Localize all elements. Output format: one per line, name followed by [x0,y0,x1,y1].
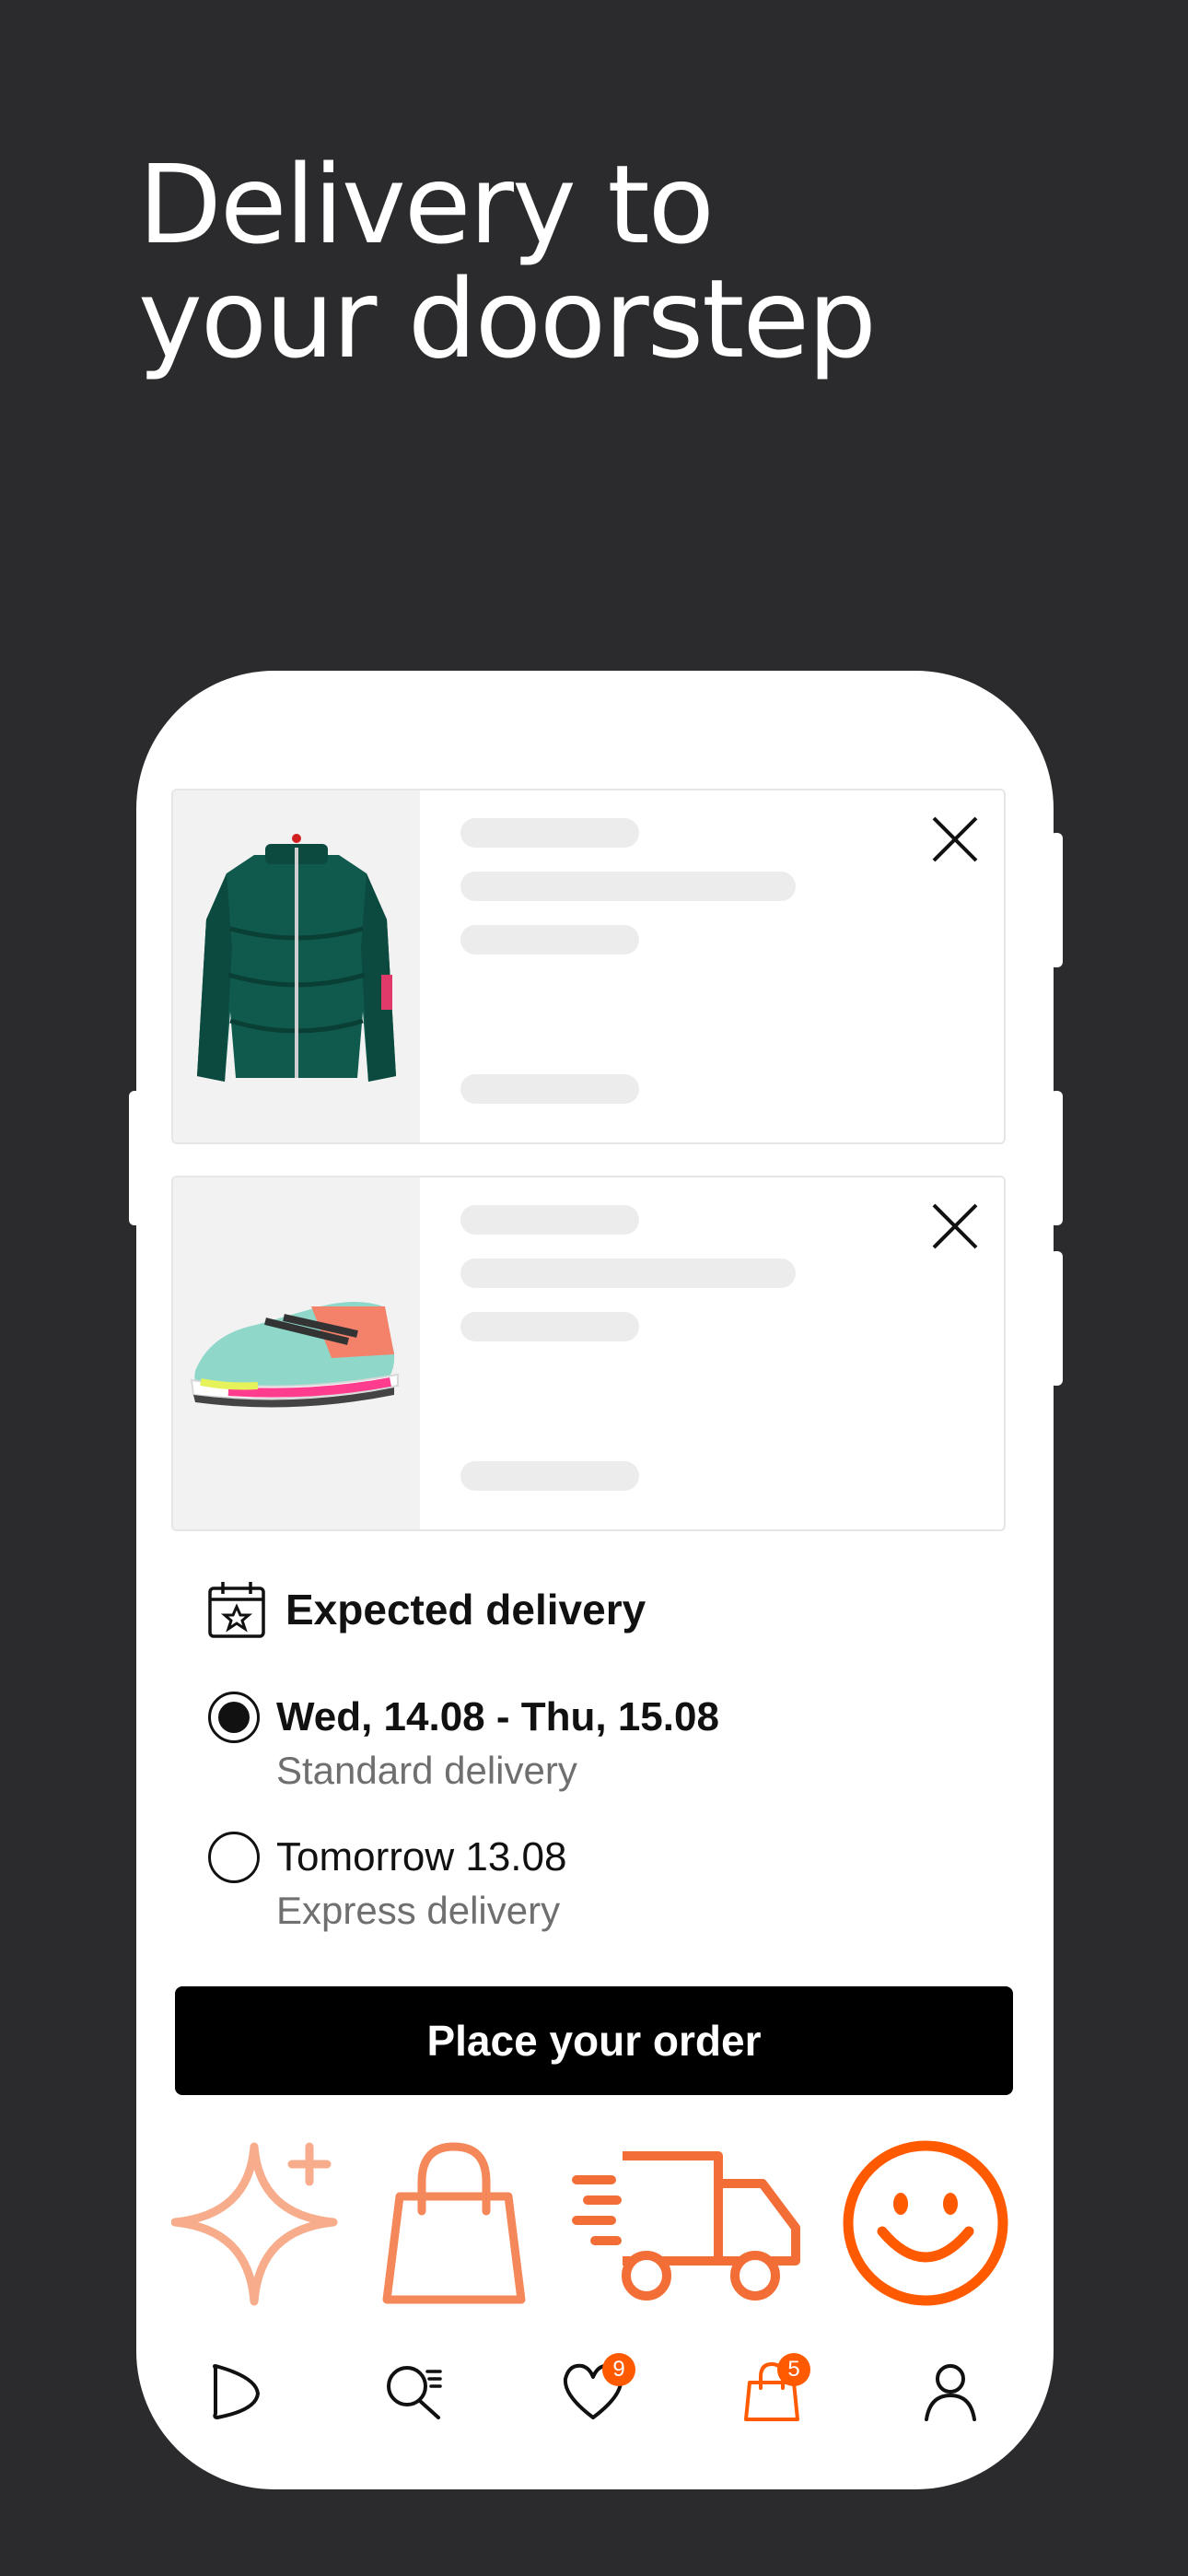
product-image-jacket[interactable] [173,790,420,1142]
headline-line-2: your doorstep [138,255,877,382]
bottom-tab-bar: 9 5 [136,2353,1054,2451]
skeleton-line [460,818,639,848]
smiley-icon [843,2140,1008,2306]
close-icon[interactable] [928,813,982,866]
close-icon[interactable] [928,1200,982,1253]
delivery-option-date: Tomorrow 13.08 [276,1834,567,1879]
cart-item[interactable] [171,1176,1006,1531]
delivery-title: Expected delivery [285,1586,646,1633]
radio-button-selected[interactable] [208,1692,260,1743]
user-icon[interactable] [917,2359,984,2425]
headline: Delivery to your doorstep [138,141,877,382]
delivery-option-type: Express delivery [276,1889,561,1932]
bag-count-badge: 5 [777,2353,810,2386]
skeleton-line [460,1312,639,1341]
wishlist-count-badge: 9 [602,2353,635,2386]
skeleton-line [460,925,639,954]
play-icon[interactable] [201,2359,267,2425]
delivery-truck-icon [572,2151,800,2301]
delivery-header: Expected delivery [206,1577,646,1642]
radio-button[interactable] [208,1832,260,1883]
delivery-option-date: Wed, 14.08 - Thu, 15.08 [276,1694,719,1739]
shopping-bag-icon [382,2142,526,2304]
place-order-button[interactable]: Place your order [175,1986,1013,2095]
tab-bag[interactable]: 5 [739,2353,810,2425]
skeleton-line [460,872,796,901]
product-image-sneaker[interactable] [173,1177,420,1529]
sparkle-icon [171,2142,338,2306]
skeleton-line [460,1259,796,1288]
skeleton-line [460,1074,639,1104]
search-icon[interactable] [381,2359,448,2425]
cart-item[interactable] [171,789,1006,1144]
skeleton-line [460,1461,639,1491]
delivery-option-type: Standard delivery [276,1749,577,1792]
calendar-star-icon [208,1582,265,1638]
tab-wishlist[interactable]: 9 [560,2353,635,2425]
skeleton-line [460,1205,639,1235]
phone-screen: Expected delivery Wed, 14.08 - Thu, 15.0… [136,671,1054,2489]
headline-line-1: Delivery to [138,141,715,268]
